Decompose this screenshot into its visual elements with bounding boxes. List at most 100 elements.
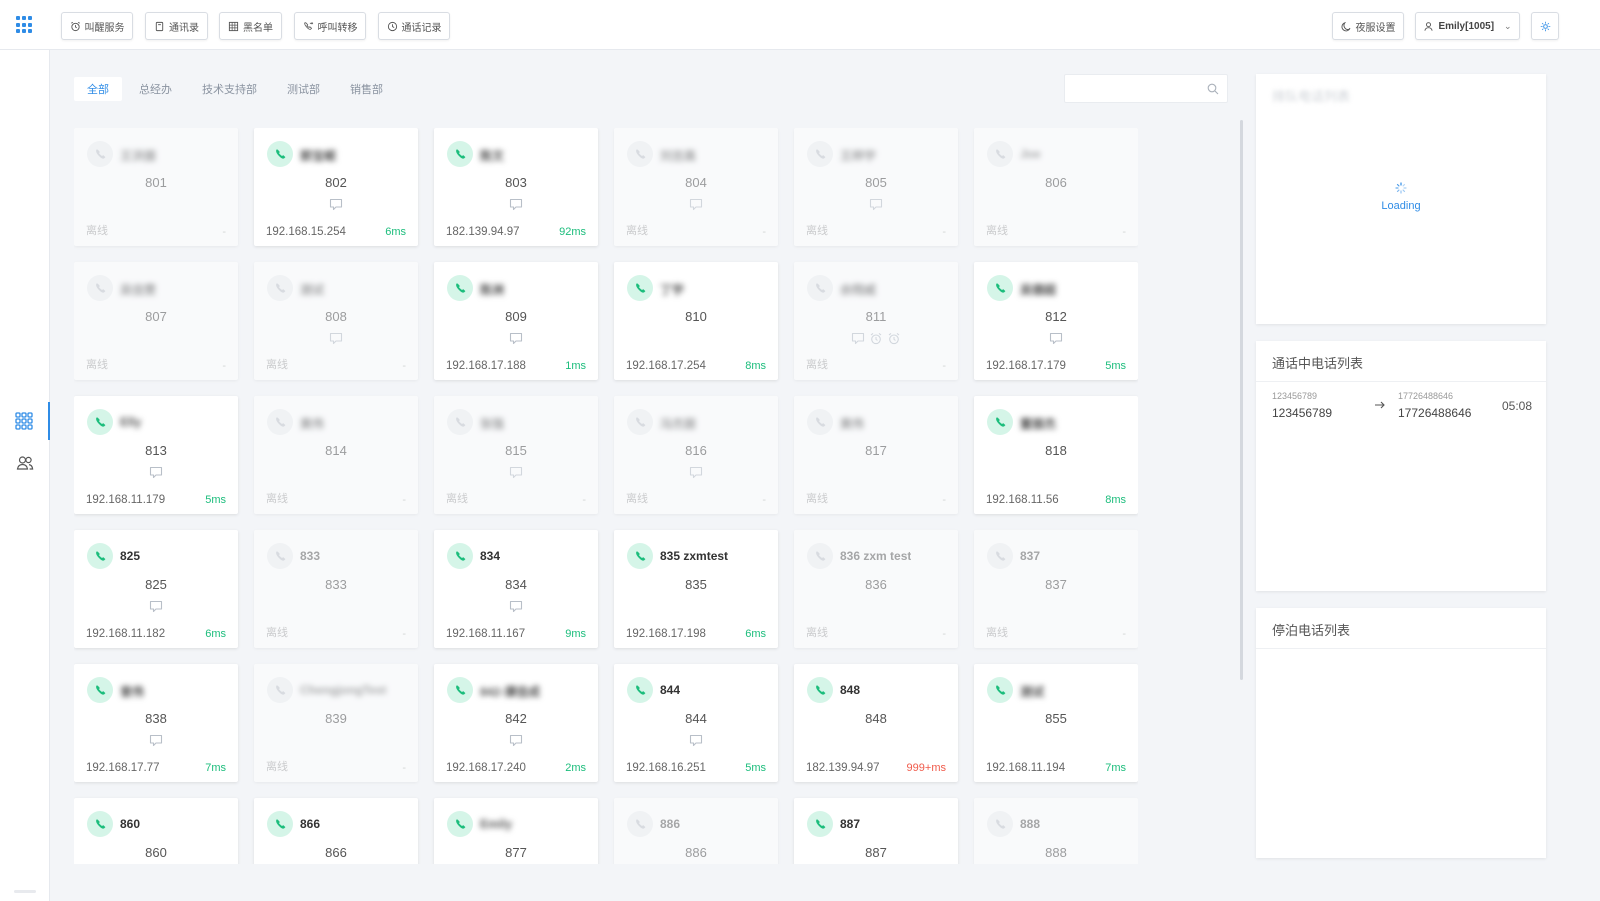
extension-card[interactable]: 860 860 <box>74 798 238 864</box>
extension-card[interactable]: 887 887 <box>794 798 958 864</box>
message-icon[interactable] <box>689 466 703 484</box>
phone-icon[interactable] <box>987 543 1013 569</box>
phone-icon[interactable] <box>807 275 833 301</box>
extension-card[interactable]: 黄伟 817 离线 - <box>794 396 958 514</box>
extension-card[interactable]: 吴德超 812 192.168.17.179 5ms <box>974 262 1138 380</box>
extension-card[interactable]: 825 825 192.168.11.182 6ms <box>74 530 238 648</box>
phone-icon[interactable] <box>447 409 473 435</box>
call-forward-button[interactable]: 呼叫转移 <box>294 12 366 40</box>
phone-icon[interactable] <box>627 141 653 167</box>
message-icon[interactable] <box>149 734 163 752</box>
phone-icon[interactable] <box>447 811 473 837</box>
user-menu[interactable]: Emily[1005] ⌄ <box>1415 12 1520 40</box>
phone-icon[interactable] <box>987 141 1013 167</box>
night-mode-button[interactable]: 夜服设置 <box>1332 12 1404 40</box>
phone-icon[interactable] <box>807 811 833 837</box>
extension-card[interactable]: 陈洲 809 192.168.17.188 1ms <box>434 262 598 380</box>
phone-icon[interactable] <box>627 275 653 301</box>
extension-card[interactable]: 测试 808 离线 - <box>254 262 418 380</box>
extension-card[interactable]: 余翔威 811 离线 - <box>794 262 958 380</box>
phone-icon[interactable] <box>447 677 473 703</box>
phone-icon[interactable] <box>807 677 833 703</box>
phone-icon[interactable] <box>87 275 113 301</box>
blacklist-button[interactable]: 黑名单 <box>219 12 282 40</box>
extension-card[interactable]: 888 888 <box>974 798 1138 864</box>
tab-tech-support[interactable]: 技术支持部 <box>189 77 270 101</box>
settings-button[interactable] <box>1531 12 1559 40</box>
phone-icon[interactable] <box>987 409 1013 435</box>
extension-card[interactable]: 886 886 <box>614 798 778 864</box>
phone-icon[interactable] <box>807 409 833 435</box>
extension-card[interactable]: 866 866 <box>254 798 418 864</box>
phone-icon[interactable] <box>627 543 653 569</box>
extension-card[interactable]: 836 zxm test 836 离线 - <box>794 530 958 648</box>
extension-card[interactable]: Joe 806 离线 - <box>974 128 1138 246</box>
phone-icon[interactable] <box>87 409 113 435</box>
alarm-clock-icon[interactable] <box>887 332 901 350</box>
extension-card[interactable]: 测试 855 192.168.11.194 7ms <box>974 664 1138 782</box>
grid-scrollbar[interactable] <box>1240 120 1243 680</box>
phone-icon[interactable] <box>267 543 293 569</box>
extension-card[interactable]: 董振杰 818 192.168.11.56 8ms <box>974 396 1138 514</box>
search-input[interactable] <box>1065 75 1195 102</box>
phone-icon[interactable] <box>627 811 653 837</box>
sidebar-item-users[interactable] <box>0 444 50 482</box>
tab-sales[interactable]: 销售部 <box>337 77 396 101</box>
extension-card[interactable]: 刘吉高 804 离线 - <box>614 128 778 246</box>
message-icon[interactable] <box>869 198 883 216</box>
app-launcher-icon[interactable] <box>16 16 34 34</box>
phone-icon[interactable] <box>267 811 293 837</box>
phone-icon[interactable] <box>267 141 293 167</box>
message-icon[interactable] <box>851 332 865 350</box>
phone-icon[interactable] <box>987 677 1013 703</box>
message-icon[interactable] <box>689 198 703 216</box>
message-icon[interactable] <box>1049 332 1063 350</box>
extension-card[interactable]: 837 837 离线 - <box>974 530 1138 648</box>
phone-icon[interactable] <box>447 141 473 167</box>
message-icon[interactable] <box>329 198 343 216</box>
message-icon[interactable] <box>149 466 163 484</box>
phone-icon[interactable] <box>627 677 653 703</box>
phone-icon[interactable] <box>987 811 1013 837</box>
extension-card[interactable]: 王洪振 801 离线 - <box>74 128 238 246</box>
extension-card[interactable]: 833 833 离线 - <box>254 530 418 648</box>
extension-card[interactable]: Elly 813 192.168.11.179 5ms <box>74 396 238 514</box>
phone-icon[interactable] <box>627 409 653 435</box>
extension-card[interactable]: ChengjongTest 839 离线 - <box>254 664 418 782</box>
phone-icon[interactable] <box>807 543 833 569</box>
message-icon[interactable] <box>149 600 163 618</box>
extension-card[interactable]: Emily 877 <box>434 798 598 864</box>
extension-card[interactable]: 郭宝岷 802 192.168.15.254 6ms <box>254 128 418 246</box>
message-icon[interactable] <box>509 600 523 618</box>
extension-card[interactable]: 冯杰丽 816 离线 - <box>614 396 778 514</box>
wakeup-service-button[interactable]: 叫醒服务 <box>61 12 133 40</box>
message-icon[interactable] <box>509 198 523 216</box>
search-icon[interactable] <box>1207 83 1219 95</box>
extension-card[interactable]: 835 zxmtest 835 192.168.17.198 6ms <box>614 530 778 648</box>
message-icon[interactable] <box>329 332 343 350</box>
extension-card[interactable]: 842-谭佳成 842 192.168.17.240 2ms <box>434 664 598 782</box>
tab-testing[interactable]: 测试部 <box>274 77 333 101</box>
extension-card[interactable]: 曾伟 838 192.168.17.77 7ms <box>74 664 238 782</box>
phone-icon[interactable] <box>87 811 113 837</box>
extension-card[interactable]: 王梓宇 805 离线 - <box>794 128 958 246</box>
phone-icon[interactable] <box>87 543 113 569</box>
phone-icon[interactable] <box>267 409 293 435</box>
phone-icon[interactable] <box>987 275 1013 301</box>
extension-card[interactable]: 844 844 192.168.16.251 5ms <box>614 664 778 782</box>
contacts-button[interactable]: 通讯录 <box>145 12 208 40</box>
extension-card[interactable]: 吴佳雯 807 离线 - <box>74 262 238 380</box>
active-call-row[interactable]: 123456789 123456789 17726488646 17726488… <box>1272 391 1532 425</box>
phone-icon[interactable] <box>447 543 473 569</box>
extension-card[interactable]: 丁宇 810 192.168.17.254 8ms <box>614 262 778 380</box>
alarm-clock-icon[interactable] <box>869 332 883 350</box>
message-icon[interactable] <box>689 734 703 752</box>
extension-card[interactable]: 834 834 192.168.11.167 9ms <box>434 530 598 648</box>
tab-all[interactable]: 全部 <box>74 77 122 101</box>
phone-icon[interactable] <box>807 141 833 167</box>
call-history-button[interactable]: 通话记录 <box>378 12 450 40</box>
phone-icon[interactable] <box>447 275 473 301</box>
message-icon[interactable] <box>509 734 523 752</box>
phone-icon[interactable] <box>267 677 293 703</box>
extension-card[interactable]: 陈文 803 182.139.94.97 92ms <box>434 128 598 246</box>
